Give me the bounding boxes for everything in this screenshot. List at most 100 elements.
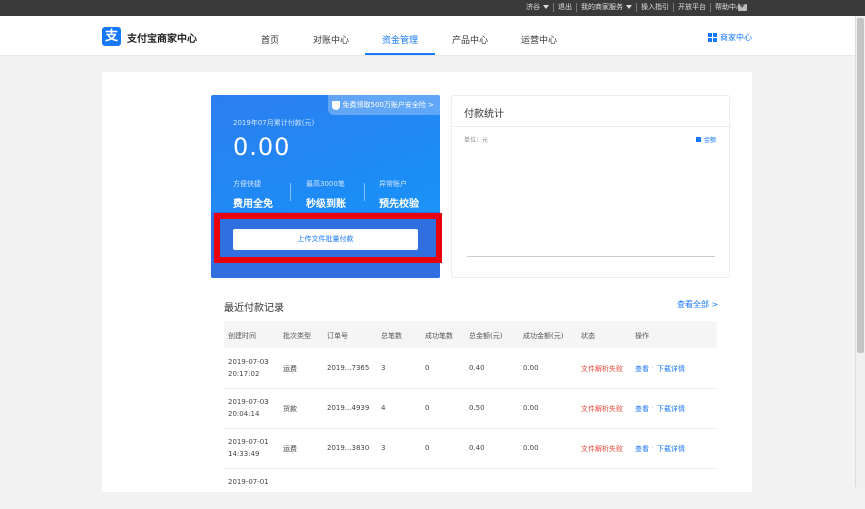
shield-icon	[331, 100, 340, 110]
legend-label: 金额	[704, 137, 717, 144]
my-service-menu[interactable]: 我的商家服务	[577, 3, 636, 12]
nav-operations[interactable]: 运营中心	[521, 33, 557, 46]
merchant-center-link[interactable]: 商家中心	[708, 32, 752, 43]
row-success: 0	[425, 404, 430, 412]
row-order: 2019...3830	[327, 444, 370, 452]
col-actions: 操作	[635, 332, 649, 340]
feature-small-text: 异常账户	[379, 180, 407, 188]
action-separator: ·	[651, 364, 654, 372]
logout-link[interactable]: 退出	[553, 3, 577, 12]
row-view-link[interactable]: 查看	[635, 404, 649, 414]
table-row: 2019-07-03 20:04:14 货款 2019...4939 4 0 0…	[224, 389, 717, 429]
row-download-link[interactable]: 下载详情	[657, 364, 685, 374]
mail-icon[interactable]	[738, 4, 747, 11]
row-date: 2019-07-01	[228, 438, 269, 446]
row-amount: 0.40	[469, 444, 485, 452]
view-all-link[interactable]: 查看全部 >	[677, 299, 718, 310]
user-name: 济谷	[526, 3, 540, 11]
stats-title: 付款统计	[464, 109, 504, 120]
table-row: 2019-07-01 14:33:49 运费 2019...3830 3 0 0…	[224, 429, 717, 469]
row-success-amount: 0.00	[523, 404, 539, 412]
monthly-payment-amount: 0.00	[233, 133, 291, 161]
row-date: 2019-07-01	[228, 478, 269, 486]
row-success: 0	[425, 444, 430, 452]
alipay-logo-icon[interactable]: 支	[102, 27, 121, 46]
nav-products[interactable]: 产品中心	[452, 33, 488, 46]
row-time: 20:17:02	[228, 370, 260, 378]
row-status: 文件解析失败	[581, 365, 623, 373]
open-platform-link[interactable]: 开放平台	[674, 3, 711, 12]
feature-divider	[364, 183, 365, 201]
row-date: 2019-07-03	[228, 358, 269, 366]
chevron-down-icon	[626, 5, 632, 9]
row-view-link[interactable]: 查看	[635, 444, 649, 454]
my-service-label: 我的商家服务	[581, 3, 623, 11]
row-time: 14:33:49	[228, 450, 260, 458]
payment-stats-card: 付款统计 单位：元 金额	[451, 95, 731, 278]
user-menu[interactable]: 济谷	[522, 3, 553, 12]
table-row: 2019-07-01	[224, 469, 717, 509]
row-type: 运费	[283, 445, 297, 453]
row-total: 3	[381, 444, 386, 452]
chevron-down-icon	[543, 5, 549, 9]
action-separator: ·	[651, 444, 654, 452]
col-status: 状态	[581, 332, 595, 340]
row-status: 文件解析失败	[581, 405, 623, 413]
row-status: 文件解析失败	[581, 445, 623, 453]
feature-precheck: 异常账户 预先校验	[379, 179, 419, 210]
feature-free-fee: 方便快捷 费用全免	[233, 179, 273, 210]
row-order: 2019...7365	[327, 364, 370, 372]
guide-link[interactable]: 操入指引	[636, 3, 674, 12]
nav-reconciliation[interactable]: 对账中心	[313, 33, 349, 46]
insurance-promo-tag[interactable]: 免费领取500万账户安全险 >	[327, 95, 440, 115]
grid-icon	[708, 33, 717, 42]
row-date: 2019-07-03	[228, 398, 269, 406]
nav-active-indicator	[365, 53, 435, 55]
feature-instant-arrival: 最高3000笔 秒级到账	[306, 179, 346, 210]
recent-payments-title: 最近付款记录	[224, 303, 284, 314]
row-amount: 0.40	[469, 364, 485, 372]
row-success-amount: 0.00	[523, 444, 539, 452]
row-order: 2019...4939	[327, 404, 370, 412]
logo-text[interactable]: 支付宝商家中心	[127, 30, 197, 45]
feature-small-text: 最高3000笔	[306, 180, 345, 188]
row-type: 运费	[283, 365, 297, 373]
main-navbar: 支 支付宝商家中心 首页 对账中心 资金管理 产品中心 运营中心 商家中心	[0, 16, 855, 56]
recent-payments-card: 最近付款记录 查看全部 > 创建时间 批次类型 订单号 总笔数 成功笔数 总金额…	[211, 282, 730, 492]
nav-home[interactable]: 首页	[261, 33, 279, 46]
stats-legend[interactable]: 金额	[696, 135, 716, 144]
stats-divider	[452, 126, 731, 127]
highlight-annotation-box	[214, 213, 442, 263]
col-order-no: 订单号	[327, 332, 348, 340]
row-type: 货款	[283, 405, 297, 413]
col-success-count: 成功笔数	[425, 332, 453, 340]
row-time: 20:04:14	[228, 410, 260, 418]
insurance-promo-label: 免费领取500万账户安全险 >	[342, 101, 434, 109]
legend-square-icon	[696, 137, 701, 142]
row-success: 0	[425, 364, 430, 372]
stats-unit-label: 单位：元	[464, 137, 489, 144]
nav-fund-management[interactable]: 资金管理	[382, 33, 418, 46]
feature-big-text: 秒级到账	[306, 199, 346, 210]
action-separator: ·	[651, 404, 654, 412]
col-created-time: 创建时间	[228, 332, 256, 340]
row-success-amount: 0.00	[523, 364, 539, 372]
row-download-link[interactable]: 下载详情	[657, 444, 685, 454]
table-header: 创建时间 批次类型 订单号 总笔数 成功笔数 总金额(元) 成功金额(元) 状态…	[224, 321, 717, 348]
merchant-center-label: 商家中心	[720, 33, 752, 42]
col-success-amount: 成功金额(元)	[523, 332, 564, 340]
feature-divider	[290, 183, 291, 201]
row-total: 3	[381, 364, 386, 372]
row-total: 4	[381, 404, 386, 412]
row-amount: 0.50	[469, 404, 485, 412]
col-total-count: 总笔数	[381, 332, 402, 340]
row-view-link[interactable]: 查看	[635, 364, 649, 374]
top-bar: 济谷 退出 我的商家服务 操入指引 开放平台 帮助中心	[0, 0, 865, 16]
chart-x-axis	[467, 256, 715, 257]
table-row: 2019-07-03 20:17:02 运费 2019...7365 3 0 0…	[224, 349, 717, 389]
col-batch-type: 批次类型	[283, 332, 311, 340]
scrollbar-thumb[interactable]	[857, 18, 864, 353]
monthly-payment-label: 2019年07月累计付款(元)	[233, 119, 315, 127]
row-download-link[interactable]: 下载详情	[657, 404, 685, 414]
feature-big-text: 费用全免	[233, 199, 273, 210]
